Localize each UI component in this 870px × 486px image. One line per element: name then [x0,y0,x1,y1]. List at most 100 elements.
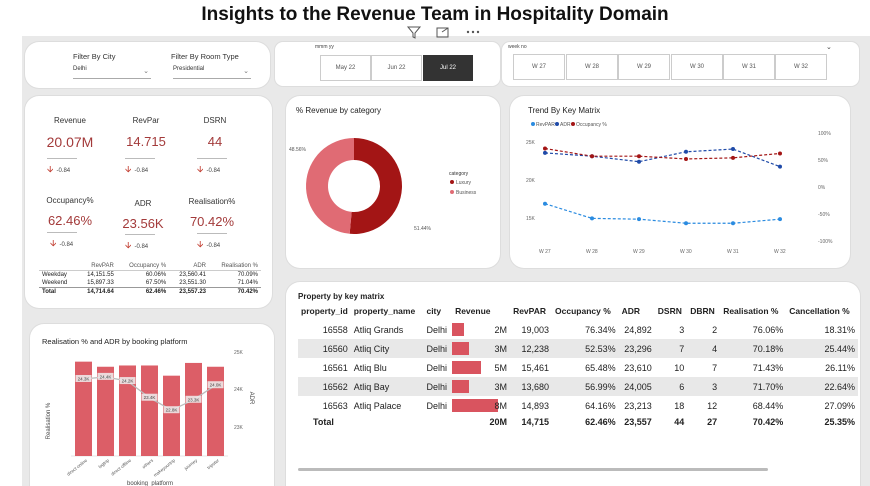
month-option-jun-22[interactable]: Jun 22 [371,55,422,81]
column-header[interactable]: Revenue [452,306,510,320]
data-point[interactable] [590,216,594,221]
data-point[interactable] [731,147,735,152]
table-cell: 10 [674,362,685,373]
legend-adr: ADR [560,122,571,128]
table-row[interactable]: 16560 Atliq City Delhi 3M 12,238 52.53% 23,296… [298,339,858,358]
column-header[interactable]: property_name [351,306,424,320]
bar[interactable] [163,375,180,456]
bar[interactable] [141,365,158,456]
month-option-jul-22[interactable]: Jul 22 [423,55,473,81]
table-cell: 3 [679,324,685,335]
column-header[interactable]: DBRN [687,306,720,320]
revenue-databar [452,323,464,336]
data-point[interactable] [637,217,641,222]
down-arrow-icon: 🡫 [125,164,132,174]
column-header[interactable]: property_id [298,306,351,320]
filter-icon[interactable] [406,26,422,39]
table-cell: 3M [452,339,511,358]
y-left-tick: 25K [526,140,536,146]
data-point[interactable] [543,201,547,206]
property-table: property_id property_name city Revenue R… [298,306,858,429]
down-arrow-icon: 🡫 [197,239,204,249]
slice-label-luxury: 51.44% [414,226,432,232]
data-point[interactable] [590,154,594,159]
table-row[interactable]: 16558 Atliq Grands Delhi 2M 19,003 76.34% 24,8… [298,320,858,339]
column-header[interactable]: Cancellation % [786,306,858,320]
chevron-down-icon[interactable]: ⌄ [826,43,832,51]
page-title: Insights to the Revenue Team in Hospital… [201,4,669,25]
data-point[interactable] [543,150,547,155]
table-cell: 20M [489,417,508,427]
data-point[interactable] [778,151,782,156]
room-type-dropdown[interactable]: Presidential ⌄ [173,66,251,79]
data-point[interactable] [684,221,688,226]
more-options-icon[interactable] [466,30,480,34]
table-cell: 2 [712,324,718,335]
data-point[interactable] [543,146,547,151]
data-point[interactable] [684,149,688,154]
kpi-adr-delta: 🡫 -0.84 [125,240,149,250]
table-cell: 70.09% [237,272,258,278]
month-slicer-title: mmm yy [315,44,334,50]
horizontal-scrollbar[interactable] [298,468,768,471]
table-cell: Delhi [426,362,447,373]
x-tick-label: W 30 [680,249,692,255]
week-option-w30[interactable]: W 30 [671,54,723,80]
week-option-w31[interactable]: W 31 [723,54,775,80]
table-cell: 27.09% [824,400,855,411]
y-right-tick: 100% [818,131,831,137]
table-cell: Atliq City [350,339,424,358]
column-header[interactable]: DSRN [655,306,687,320]
week-option-w29[interactable]: W 29 [618,54,670,80]
room-filter-label: Filter By Room Type [171,52,239,61]
focus-mode-icon[interactable] [436,27,449,38]
data-point[interactable] [778,217,782,222]
donut-slice-luxury[interactable] [349,138,402,234]
column-header [39,262,77,271]
data-point[interactable] [637,154,641,159]
platform-chart-card: Realisation % and ADR by booking platfor… [30,324,274,486]
table-row[interactable]: 16561 Atliq Blu Delhi 5M 15,461 65.48% 23,610 1… [298,358,858,377]
column-header[interactable]: Occupancy % [552,306,619,320]
kpi-realisation-value: 70.42% [189,214,235,229]
y-right-tick: 25K [234,350,244,356]
kpi-occupancy-delta: 🡫 -0.84 [50,238,74,248]
x-tick-label: logtrip [97,458,110,470]
table-cell: 4 [687,339,721,358]
table-cell: Atliq Palace [353,400,402,411]
table-cell: 7 [654,339,688,358]
data-point[interactable] [731,221,735,226]
column-header[interactable]: ADR [619,306,655,320]
table-cell: 67.50% [145,280,167,286]
revenue-value: 2M [494,324,508,335]
table-row[interactable]: 16563 Atliq Palace Delhi 8M 14,893 64.16% 23,2… [298,396,858,415]
week-option-w32[interactable]: W 32 [775,54,827,80]
data-point[interactable] [684,156,688,161]
table-cell: 64.16% [585,400,616,411]
data-point[interactable] [778,164,782,169]
week-option-w27[interactable]: W 27 [513,54,565,80]
x-tick-label: tripster [206,458,220,471]
data-label: 22.8K [166,408,178,413]
bar[interactable] [97,366,114,456]
month-option-may-22[interactable]: May 22 [320,55,371,81]
donut-slice-business[interactable] [306,138,354,234]
data-point[interactable] [731,155,735,160]
table-row[interactable]: 16562 Atliq Bay Delhi 3M 13,680 56.99% 24,005 6… [298,377,858,396]
table-cell: 62.46% [145,289,167,295]
week-option-w28[interactable]: W 28 [566,54,618,80]
x-tick-label: makeyourtrip [153,458,177,478]
data-point[interactable] [637,159,641,164]
trend-chart: RevPAR ADR Occupancy % 25K 20K 15K 100% … [526,122,833,255]
city-dropdown[interactable]: Delhi ⌄ [73,66,151,79]
table-cell: 26.11% [825,362,855,373]
column-header[interactable]: RevPAR [510,306,552,320]
week-slicer-card: week no ⌄ W 27 W 28 W 29 W 30 W 31 W 32 [502,42,859,86]
x-axis-label: booking_platform [127,481,173,486]
bar[interactable] [207,366,224,456]
table-cell: 24,005 [618,377,655,396]
column-header[interactable]: city [423,306,452,320]
bar[interactable] [185,362,202,456]
column-header[interactable]: Realisation % [720,306,786,320]
table-cell: 71.43% [752,362,784,373]
